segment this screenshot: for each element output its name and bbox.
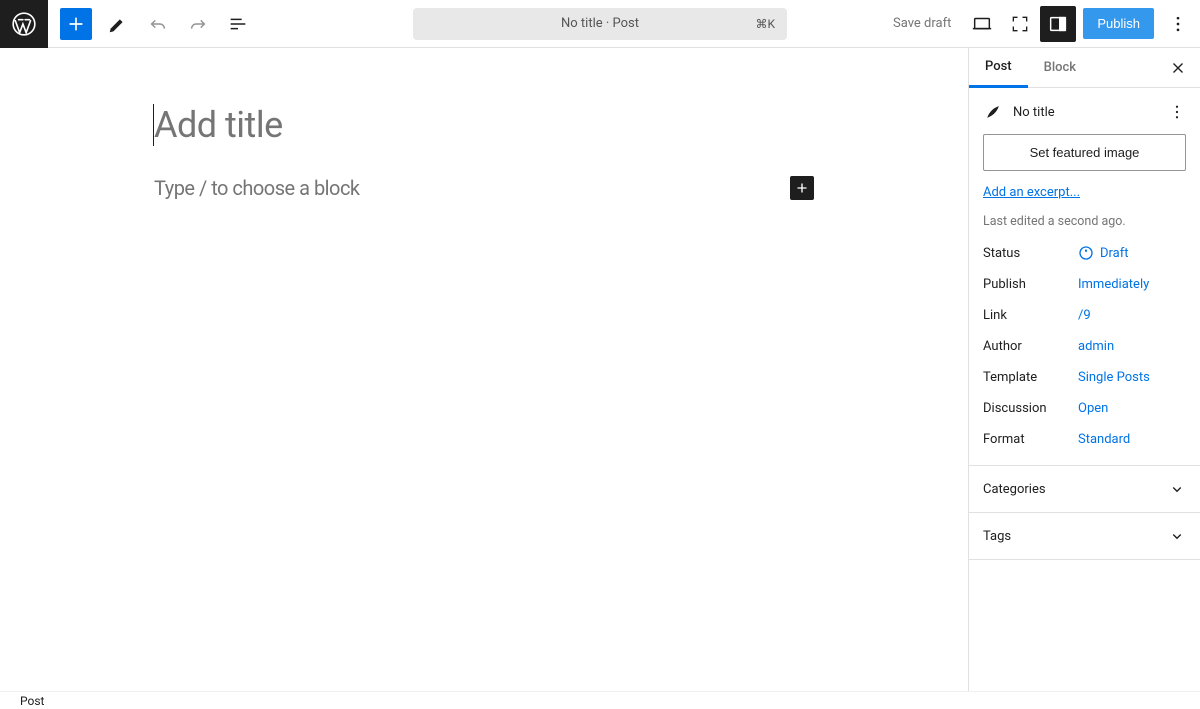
redo-button[interactable] <box>180 6 216 42</box>
publish-button[interactable]: Publish <box>1083 8 1154 39</box>
tab-post[interactable]: Post <box>969 48 1028 88</box>
tools-button[interactable] <box>100 6 136 42</box>
template-button[interactable]: Single Posts <box>1078 370 1150 385</box>
desktop-icon <box>971 13 993 35</box>
pencil-icon <box>107 13 129 35</box>
sidebar-tabs: Post Block <box>969 48 1200 88</box>
more-vertical-icon <box>1168 103 1186 121</box>
options-button[interactable] <box>1160 4 1196 44</box>
redo-icon <box>187 13 209 35</box>
wordpress-icon <box>11 11 37 37</box>
draft-status-icon <box>1078 245 1094 261</box>
publish-date-button[interactable]: Immediately <box>1078 277 1149 292</box>
discussion-label: Discussion <box>983 401 1078 416</box>
post-title-display: No title <box>1013 105 1055 120</box>
plus-icon <box>65 13 87 35</box>
plus-icon <box>793 179 811 197</box>
expand-icon <box>1010 14 1030 34</box>
wordpress-logo-button[interactable] <box>0 0 48 48</box>
close-sidebar-button[interactable] <box>1162 52 1194 84</box>
format-label: Format <box>983 432 1078 447</box>
more-vertical-icon <box>1168 14 1188 34</box>
save-draft-button[interactable]: Save draft <box>881 16 963 31</box>
permalink-button[interactable]: /9 <box>1078 308 1091 323</box>
tags-panel-toggle[interactable]: Tags <box>969 513 1200 560</box>
empty-block-prompt[interactable]: Type / to choose a block <box>154 176 360 200</box>
author-label: Author <box>983 339 1078 354</box>
document-bar[interactable]: No title · Post ⌘K <box>413 8 787 40</box>
block-inserter-button[interactable] <box>60 8 92 40</box>
set-featured-image-button[interactable]: Set featured image <box>983 134 1186 171</box>
status-label: Status <box>983 246 1078 261</box>
add-excerpt-link[interactable]: Add an excerpt... <box>983 185 1186 200</box>
categories-panel-title: Categories <box>983 482 1046 497</box>
fullscreen-button[interactable] <box>1002 6 1038 42</box>
block-breadcrumb: Post <box>0 691 1200 709</box>
chevron-down-icon <box>1168 527 1186 545</box>
top-toolbar: No title · Post ⌘K Save draft Publish <box>0 0 1200 48</box>
tags-panel-title: Tags <box>983 529 1011 544</box>
post-type-icon <box>983 102 1003 122</box>
preview-button[interactable] <box>964 6 1000 42</box>
command-shortcut: ⌘K <box>755 17 775 31</box>
tab-block[interactable]: Block <box>1028 48 1092 88</box>
publish-label: Publish <box>983 277 1078 292</box>
sidebar-icon <box>1047 13 1069 35</box>
chevron-down-icon <box>1168 480 1186 498</box>
format-button[interactable]: Standard <box>1078 432 1130 447</box>
undo-icon <box>147 13 169 35</box>
settings-sidebar-toggle[interactable] <box>1040 6 1076 42</box>
post-title-input[interactable] <box>154 104 814 146</box>
add-block-button[interactable] <box>790 176 814 200</box>
post-actions-button[interactable] <box>1164 99 1190 125</box>
close-icon <box>1169 59 1187 77</box>
breadcrumb-item[interactable]: Post <box>20 694 44 708</box>
post-summary-panel: No title Set featured image Add an excer… <box>969 88 1200 466</box>
last-edited-text: Last edited a second ago. <box>983 214 1186 229</box>
undo-button[interactable] <box>140 6 176 42</box>
document-overview-button[interactable] <box>220 6 256 42</box>
status-button[interactable]: Draft <box>1078 245 1129 261</box>
editor-canvas[interactable]: Type / to choose a block <box>0 48 968 691</box>
link-label: Link <box>983 308 1078 323</box>
categories-panel-toggle[interactable]: Categories <box>969 466 1200 513</box>
settings-sidebar: Post Block No title Set featured image A… <box>968 48 1200 691</box>
document-bar-title: No title · Post <box>561 16 639 31</box>
discussion-button[interactable]: Open <box>1078 401 1108 416</box>
template-label: Template <box>983 370 1078 385</box>
list-icon <box>227 13 249 35</box>
author-button[interactable]: admin <box>1078 339 1114 354</box>
